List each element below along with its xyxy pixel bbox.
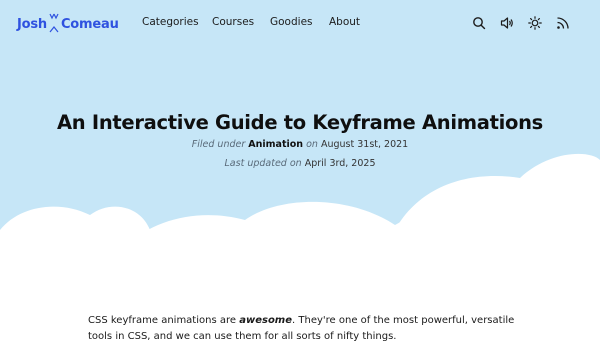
updated-prefix: Last updated on <box>224 158 302 169</box>
rss-icon[interactable] <box>556 15 570 29</box>
intro-paragraph: CSS keyframe animations are awesome. The… <box>88 313 518 345</box>
site-header: Josh Comeau Categories Courses Goodies A… <box>0 0 600 46</box>
updated-date: April 3rd, 2025 <box>304 158 376 169</box>
nav-categories[interactable]: Categories <box>142 16 199 28</box>
cloud-decoration <box>0 153 600 338</box>
filed-prefix: Filed under <box>191 139 246 150</box>
nav-courses[interactable]: Courses <box>212 16 254 28</box>
nav-about[interactable]: About <box>329 16 360 28</box>
logo-last: Comeau <box>60 16 119 32</box>
intro-part1: CSS keyframe animations are <box>88 315 237 326</box>
search-icon[interactable] <box>472 15 486 30</box>
publish-date: August 31st, 2021 <box>320 139 409 150</box>
category-link[interactable]: Animation <box>248 139 303 150</box>
theme-sun-icon[interactable] <box>528 15 542 30</box>
logo-mark <box>47 13 61 33</box>
on-label: on <box>306 139 318 150</box>
page-title: An Interactive Guide to Keyframe Animati… <box>57 111 543 135</box>
nav-goodies[interactable]: Goodies <box>270 16 313 28</box>
logo-first: Josh <box>17 16 47 32</box>
article-updated-meta: Last updated on April 3rd, 2025 <box>0 158 600 169</box>
article-filed-meta: Filed under Animation on August 31st, 20… <box>0 139 600 150</box>
site-logo[interactable]: Josh Comeau <box>17 13 119 33</box>
sound-icon[interactable] <box>500 15 514 29</box>
intro-emphasis: awesome <box>239 315 293 326</box>
